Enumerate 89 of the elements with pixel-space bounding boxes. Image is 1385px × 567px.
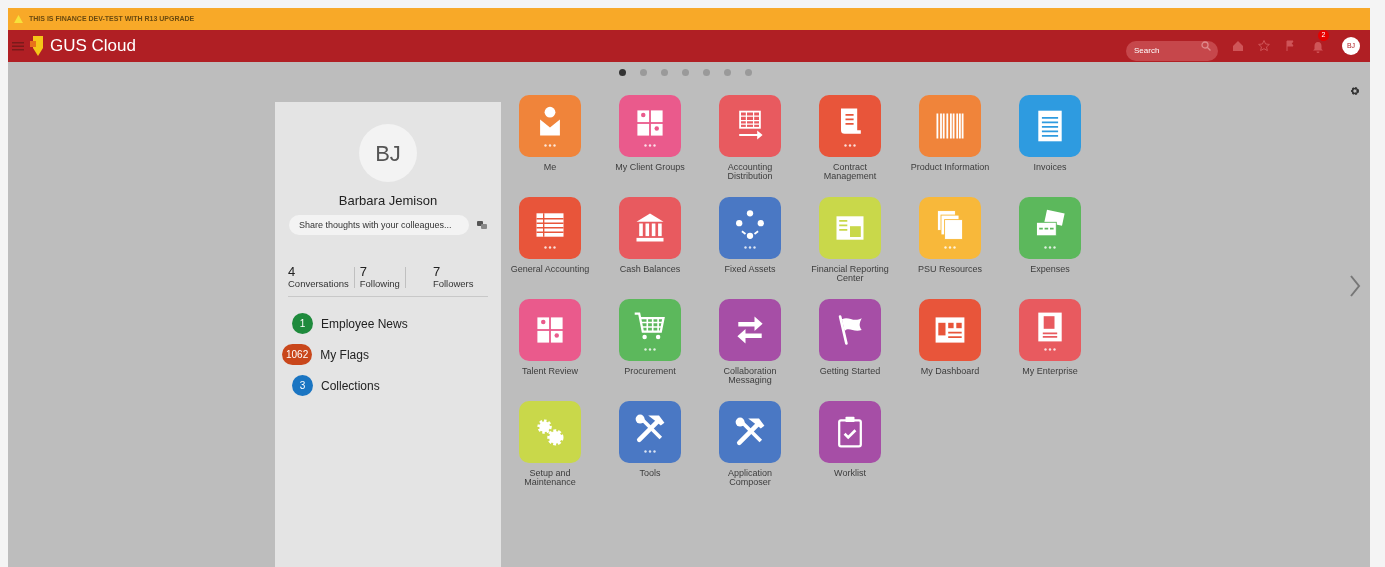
app-label: PSU Resources — [917, 265, 983, 274]
app-tile[interactable] — [519, 95, 581, 157]
settings-icon[interactable] — [1350, 86, 1360, 96]
menu-icon[interactable] — [12, 41, 24, 51]
app-label: Setup and Maintenance — [523, 469, 577, 487]
count-badge: 1 — [292, 313, 313, 335]
app-label: My Enterprise — [1021, 367, 1079, 376]
app-tile[interactable] — [919, 95, 981, 157]
more-icon[interactable] — [544, 144, 556, 147]
profile-name: Barbara Jemison — [338, 192, 438, 210]
stat-label[interactable]: Conversations — [288, 279, 349, 291]
search-icon — [1201, 41, 1211, 51]
bell-icon[interactable] — [1312, 40, 1324, 53]
page-dot[interactable] — [681, 68, 689, 76]
app-tile[interactable] — [819, 95, 881, 157]
app-label: Accounting Distribution — [726, 163, 774, 181]
app-label: Contract Management — [822, 163, 878, 181]
app-tile[interactable] — [819, 197, 881, 259]
search-field[interactable]: Search — [1126, 40, 1218, 61]
more-icon[interactable] — [644, 348, 656, 351]
stat-value: 7 — [359, 264, 368, 280]
app-tile[interactable] — [519, 197, 581, 259]
flag-icon[interactable] — [1284, 40, 1296, 52]
app-label: Worklist — [833, 469, 867, 478]
app-title: GUS Cloud — [50, 35, 136, 58]
app-label: Procurement — [623, 367, 677, 376]
stat-label[interactable]: Followers — [432, 279, 474, 291]
profile-link[interactable]: My Flags — [320, 345, 369, 364]
app-tile[interactable] — [1019, 95, 1081, 157]
chevron-right-icon[interactable] — [1349, 274, 1361, 298]
app-label: Getting Started — [818, 367, 882, 376]
more-icon[interactable] — [644, 144, 656, 147]
app-label: Tools — [638, 469, 662, 478]
profile-link[interactable]: Employee News — [321, 314, 408, 333]
app-tile[interactable] — [819, 401, 881, 463]
more-icon[interactable] — [844, 144, 856, 147]
app-tile[interactable] — [619, 95, 681, 157]
app-tile[interactable] — [519, 401, 581, 463]
profile-avatar: BJ — [359, 124, 417, 182]
app-label: Cash Balances — [618, 265, 682, 274]
more-icon[interactable] — [744, 246, 756, 249]
app-tile[interactable] — [719, 401, 781, 463]
profile-link[interactable]: Collections — [321, 376, 380, 395]
app-label: Application Composer — [727, 469, 773, 487]
app-tile[interactable] — [719, 197, 781, 259]
app-tile[interactable] — [719, 299, 781, 361]
star-icon[interactable] — [1258, 40, 1270, 52]
page-dot[interactable] — [744, 68, 752, 76]
app-label: Me — [542, 163, 558, 172]
more-icon[interactable] — [1044, 246, 1056, 249]
app-tile[interactable] — [1019, 299, 1081, 361]
app-label: Fixed Assets — [723, 265, 777, 274]
count-badge: 3 — [292, 375, 313, 397]
app-label: Invoices — [1032, 163, 1068, 172]
app-label: Financial Reporting Center — [810, 265, 890, 283]
app-tile[interactable] — [919, 299, 981, 361]
app-label: Expenses — [1029, 265, 1071, 274]
app-label: Talent Review — [521, 367, 579, 376]
app-tile[interactable] — [619, 299, 681, 361]
stat-value: 4 — [288, 264, 297, 280]
app-label: General Accounting — [509, 265, 591, 274]
page-dot[interactable] — [702, 68, 710, 76]
more-icon[interactable] — [544, 246, 556, 249]
app-label: My Dashboard — [919, 367, 981, 376]
page-dot[interactable] — [660, 68, 668, 76]
more-icon[interactable] — [1044, 348, 1056, 351]
page-dot[interactable] — [723, 68, 731, 76]
app-tile[interactable] — [919, 197, 981, 259]
warning-icon — [14, 15, 23, 23]
stat-value: 7 — [432, 264, 442, 280]
chat-icon[interactable] — [477, 220, 487, 229]
share-field[interactable]: Share thoughts with your colleagues... — [289, 214, 469, 235]
more-icon[interactable] — [944, 246, 956, 249]
app-label: Collaboration Messaging — [722, 367, 778, 385]
home-icon[interactable] — [1232, 40, 1244, 52]
page-dot[interactable] — [618, 68, 626, 76]
page-dot[interactable] — [639, 68, 647, 76]
app-tile[interactable] — [819, 299, 881, 361]
app-tile[interactable] — [519, 299, 581, 361]
app-label: Product Information — [909, 163, 991, 172]
count-badge: 1062 — [282, 344, 313, 366]
app-tile[interactable] — [719, 95, 781, 157]
app-tile[interactable] — [619, 197, 681, 259]
logo-icon — [30, 36, 46, 56]
more-icon[interactable] — [644, 450, 656, 453]
app-tile[interactable] — [619, 401, 681, 463]
stat-label[interactable]: Following — [359, 279, 400, 291]
app-label: My Client Groups — [614, 163, 686, 172]
app-tile[interactable] — [1019, 197, 1081, 259]
